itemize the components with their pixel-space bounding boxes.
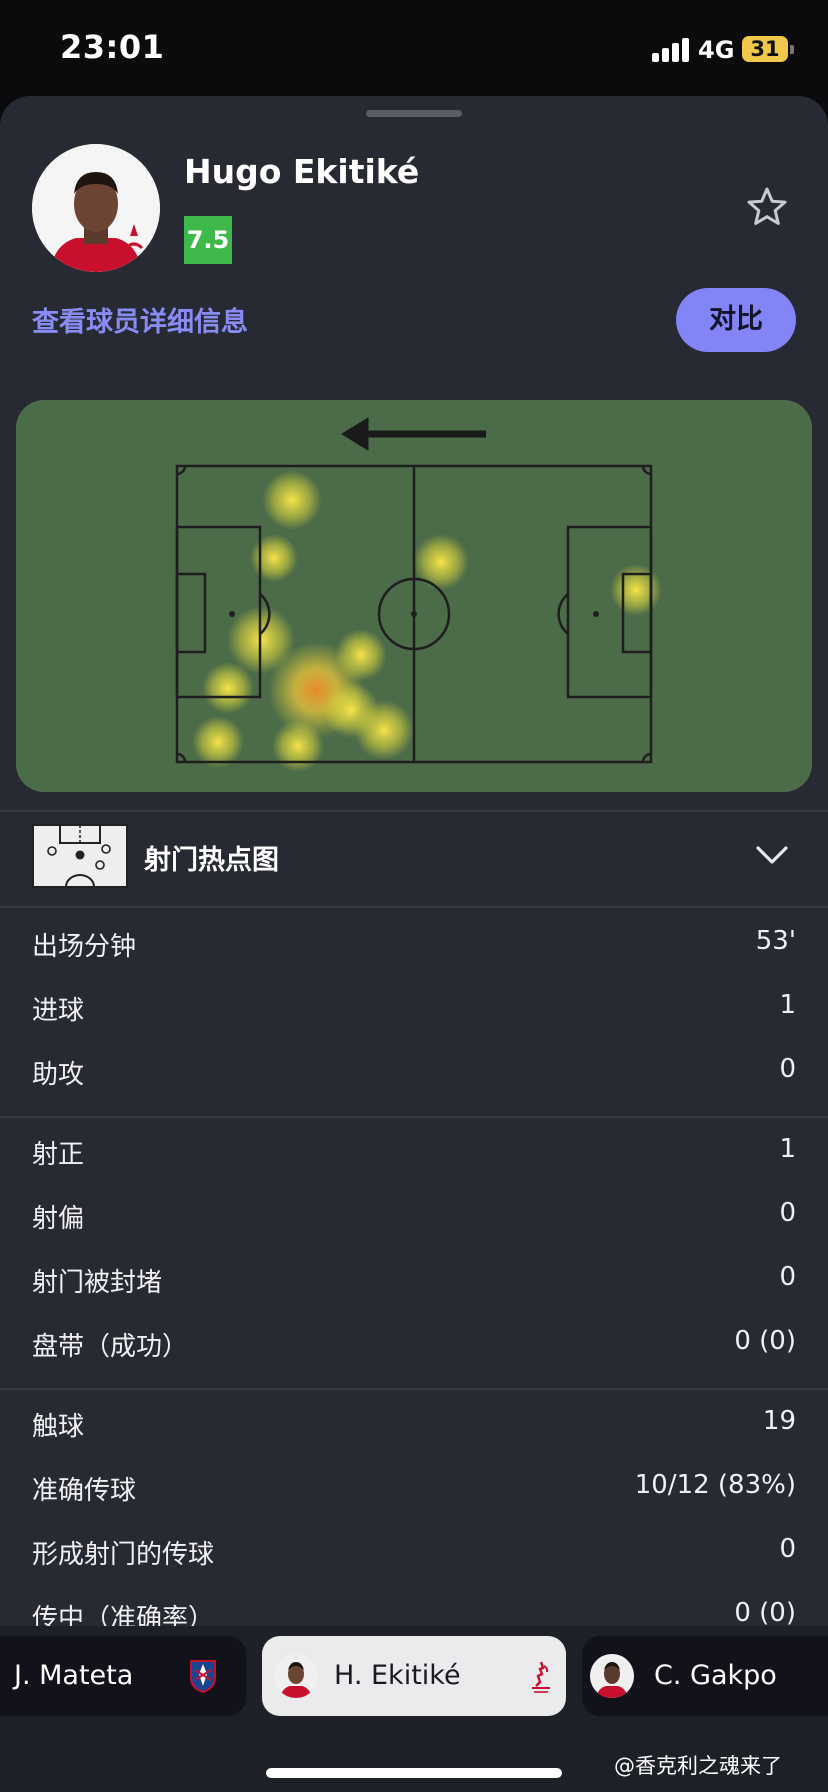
stat-value: 0 [779,1534,796,1564]
player-tab-avatar [590,1654,634,1698]
player-details-link[interactable]: 查看球员详细信息 [32,300,248,339]
stat-row: 进球 1 [32,976,796,1040]
stat-row: 射正 1 [32,1120,796,1184]
stat-value: 1 [779,990,796,1020]
player-tab-name: H. Ekitiké [334,1660,461,1691]
stat-row: 射偏 0 [32,1184,796,1248]
shotmap-label: 射门热点图 [144,845,279,876]
battery-cap [790,45,794,54]
status-time: 23:01 [60,28,165,66]
cellular-signal-icon [652,38,692,62]
player-switcher: J. Mateta H. Ekitiké C. Gakpo @香克利之魂来了 [0,1626,828,1792]
player-tab-gakpo[interactable]: C. Gakpo [582,1636,828,1716]
stat-row: 出场分钟 53' [32,912,796,976]
stat-row: 触球 19 [32,1392,796,1456]
stat-value: 0 (0) [734,1598,796,1628]
stat-label: 射正 [32,1140,85,1170]
stat-label: 助攻 [32,1060,85,1090]
crystal-palace-crest-icon [190,1660,216,1694]
stat-row: 助攻 0 [32,1040,796,1104]
stat-label: 准确传球 [32,1476,137,1506]
player-tab-mateta[interactable]: J. Mateta [0,1636,246,1716]
divider [0,906,828,908]
stat-row: 准确传球 10/12 (83%) [32,1456,796,1520]
rating-badge: 7.5 [184,216,232,264]
stat-label: 进球 [32,996,85,1026]
stat-value: 10/12 (83%) [634,1470,796,1500]
heat-spots [192,470,662,772]
player-tab-name: C. Gakpo [654,1660,777,1691]
attack-direction-arrow [341,417,486,451]
home-indicator[interactable] [266,1768,562,1778]
stat-label: 射偏 [32,1204,85,1234]
stat-value: 0 [779,1198,796,1228]
player-tab-ekitike[interactable]: H. Ekitiké [262,1636,566,1716]
favorite-star-icon[interactable] [744,184,790,230]
stat-row: 射门被封堵 0 [32,1248,796,1312]
player-tab-name: J. Mateta [14,1660,134,1691]
stat-value: 0 [779,1054,796,1084]
stat-value: 53' [755,926,796,956]
divider [0,1388,828,1390]
stat-row: 形成射门的传球 0 [32,1520,796,1584]
stat-value: 0 (0) [734,1326,796,1356]
player-avatar [32,144,160,272]
stat-label: 触球 [32,1412,85,1442]
stat-label: 出场分钟 [32,932,137,962]
stat-value: 1 [779,1134,796,1164]
status-bar: 23:01 4G 31 [0,0,828,96]
stat-label: 形成射门的传球 [32,1540,215,1570]
player-heatmap [16,400,812,792]
shotmap-toggle[interactable]: 射门热点图 [0,810,828,906]
watermark: @香克利之魂来了 [614,1754,782,1778]
sheet-grabber[interactable] [366,110,462,117]
divider [0,1116,828,1118]
shotmap-icon [32,824,128,888]
stat-row: 盘带（成功） 0 (0) [32,1312,796,1376]
stat-value: 19 [762,1406,796,1436]
chevron-down-icon [756,846,788,864]
player-sheet: Hugo Ekitiké 7.5 查看球员详细信息 对比 射门热点图 出场分钟 … [0,96,828,1792]
stat-label: 射门被封堵 [32,1268,163,1298]
stat-value: 0 [779,1262,796,1292]
player-tab-avatar [274,1654,318,1698]
stat-label: 盘带（成功） [32,1332,189,1362]
compare-button[interactable]: 对比 [676,288,796,352]
player-name: Hugo Ekitiké [184,152,420,191]
network-type: 4G [698,36,735,64]
liverpool-crest-icon [532,1661,550,1693]
battery-icon: 31 [742,36,788,62]
